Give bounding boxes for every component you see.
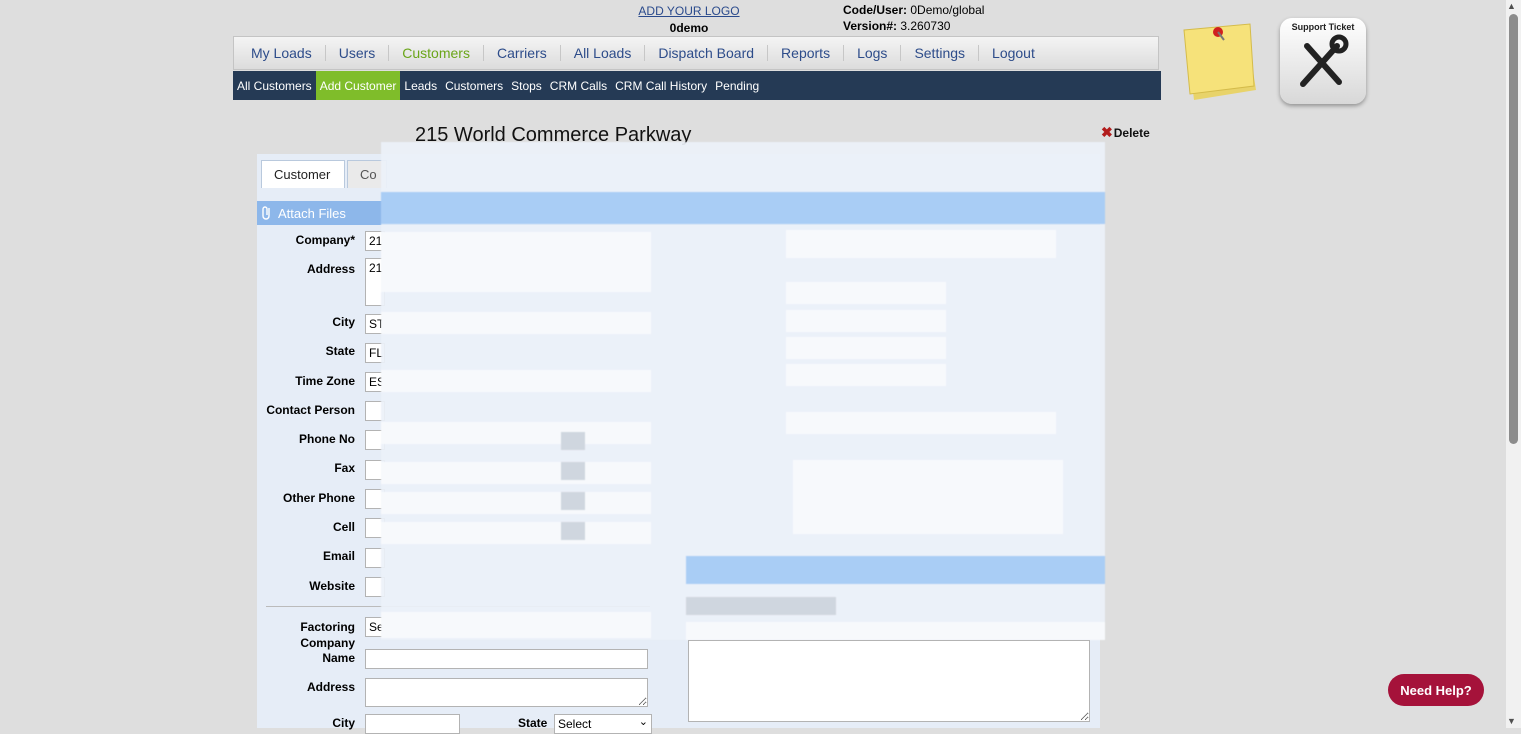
need-help-button[interactable]: Need Help?	[1388, 674, 1484, 706]
sticky-note-icon[interactable]	[1180, 20, 1266, 106]
subnav-add-customer[interactable]: Add Customer	[315, 71, 401, 100]
logo-area: ADD YOUR LOGO 0demo	[630, 0, 748, 35]
add-logo-link[interactable]: ADD YOUR LOGO	[630, 4, 748, 18]
delete-button[interactable]: ✖Delete	[1101, 124, 1150, 141]
factoring-address-field[interactable]	[365, 678, 648, 707]
version-value: 3.260730	[900, 19, 951, 33]
version-label: Version#:	[843, 19, 898, 33]
state-label: State	[325, 344, 355, 358]
version-info: Code/User: 0Demo/global Version#: 3.2607…	[843, 2, 984, 34]
subnav-customers[interactable]: Customers	[441, 71, 507, 100]
email-label: Email	[322, 549, 355, 563]
contact-person-label: Contact Person	[266, 403, 355, 417]
scroll-thumb[interactable]	[1509, 14, 1518, 444]
chevron-down-icon: ⌄	[638, 716, 648, 728]
factoring-name-field[interactable]	[365, 649, 648, 669]
subnav-stops[interactable]: Stops	[507, 71, 546, 100]
subnav-pending[interactable]: Pending	[711, 71, 763, 100]
subnav-leads[interactable]: Leads	[400, 71, 441, 100]
support-ticket-button[interactable]: Support Ticket	[1280, 18, 1366, 104]
wrench-screwdriver-icon	[1300, 34, 1349, 87]
support-ticket-label: Support Ticket	[1291, 22, 1355, 32]
subnav-crm-call-history[interactable]: CRM Call History	[611, 71, 711, 100]
address-label: Address	[306, 262, 355, 276]
nav-customers[interactable]: Customers	[389, 45, 484, 61]
nav-dispatch-board[interactable]: Dispatch Board	[645, 45, 769, 61]
attach-files-label: Attach Files	[278, 205, 346, 221]
factoring-address-label: Address	[306, 680, 355, 694]
notes-textarea[interactable]	[688, 640, 1090, 722]
delete-label: Delete	[1113, 126, 1150, 140]
factoring-city-field[interactable]	[365, 714, 460, 734]
paperclip-icon	[262, 206, 270, 220]
main-nav: My Loads Users Customers Carriers All Loads D…	[233, 36, 1159, 70]
subnav-crm-calls[interactable]: CRM Calls	[546, 71, 611, 100]
other-phone-label: Other Phone	[282, 491, 355, 505]
nav-users[interactable]: Users	[326, 45, 390, 61]
factoring-state-value: Select	[558, 717, 592, 731]
factoring-name-label: Name	[322, 651, 355, 665]
scroll-down-arrow-icon[interactable]: ▼	[1507, 716, 1516, 726]
company-label: Company*	[295, 233, 355, 247]
factoring-company-label: Factoring Company	[300, 620, 355, 650]
cell-label: Cell	[332, 520, 355, 534]
blurred-content-overlay	[381, 142, 1105, 640]
fax-label: Fax	[334, 461, 355, 475]
company-code: 0demo	[669, 21, 709, 35]
city-label: City	[332, 315, 355, 329]
sub-nav: All Customers Add Customer Leads Customers S…	[233, 71, 1161, 100]
nav-logs[interactable]: Logs	[844, 45, 902, 61]
tab-customer[interactable]: Customer	[261, 160, 345, 188]
timezone-label: Time Zone	[295, 374, 355, 388]
nav-my-loads[interactable]: My Loads	[238, 45, 326, 61]
nav-reports[interactable]: Reports	[768, 45, 845, 61]
scroll-up-arrow-icon[interactable]: ▲	[1507, 1, 1516, 11]
nav-settings[interactable]: Settings	[901, 45, 980, 61]
nav-carriers[interactable]: Carriers	[484, 45, 561, 61]
nav-all-loads[interactable]: All Loads	[561, 45, 646, 61]
nav-logout[interactable]: Logout	[979, 45, 1048, 61]
code-user-value: 0Demo/global	[910, 3, 985, 17]
website-label: Website	[309, 579, 355, 593]
code-user-label: Code/User:	[843, 3, 908, 17]
subnav-all-customers[interactable]: All Customers	[233, 71, 316, 100]
factoring-state-select[interactable]: Select ⌄	[554, 714, 652, 734]
phone-label: Phone No	[299, 432, 355, 446]
delete-x-icon: ✖	[1101, 124, 1113, 140]
